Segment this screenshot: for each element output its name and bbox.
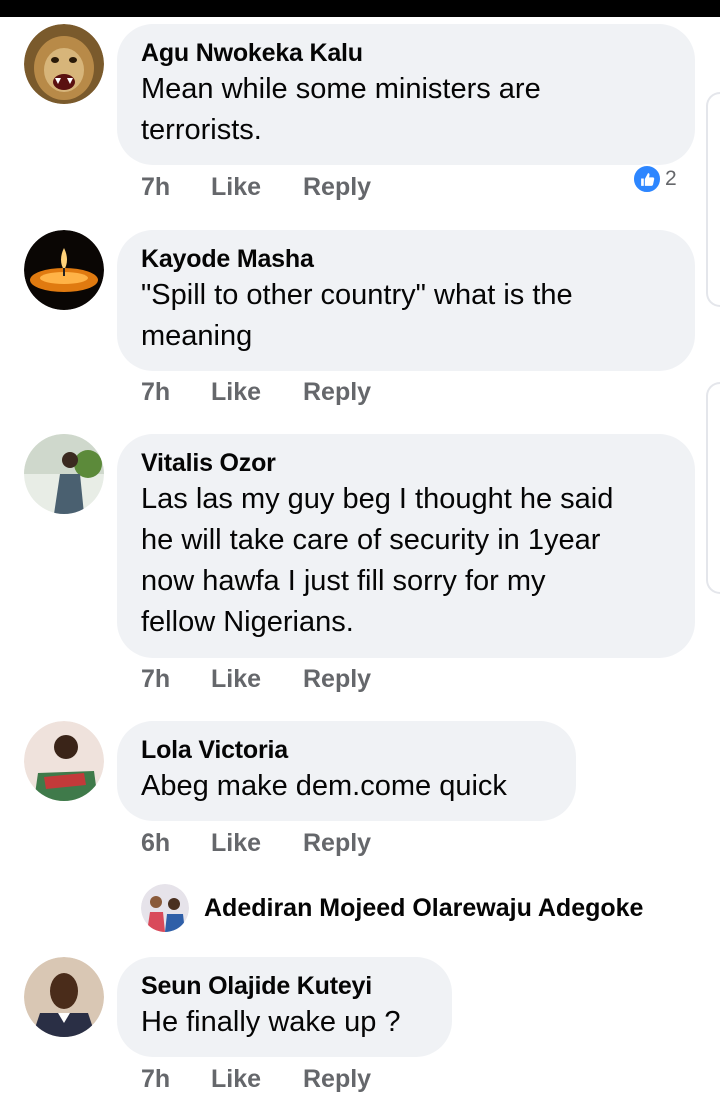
comment-actions: 7h Like Reply	[141, 172, 371, 202]
reply-author-name[interactable]: Adediran Mojeed Olarewaju Adegoke	[204, 894, 643, 923]
timestamp[interactable]: 7h	[141, 664, 211, 694]
comment-bubble: Agu Nwokeka Kalu Mean while some ministe…	[117, 24, 695, 165]
timestamp[interactable]: 7h	[141, 377, 211, 407]
status-bar	[0, 0, 720, 17]
timestamp[interactable]: 6h	[141, 828, 211, 858]
avatar-lion[interactable]	[24, 24, 104, 104]
avatar-vitalis[interactable]	[24, 434, 104, 514]
like-button[interactable]: Like	[211, 1064, 303, 1094]
comment-text: Mean while some ministers are terrorists…	[141, 73, 541, 146]
reaction-count: 2	[665, 167, 677, 190]
like-button[interactable]: Like	[211, 828, 303, 858]
scroll-edge-panel	[706, 382, 720, 594]
reply-preview[interactable]: Adediran Mojeed Olarewaju Adegoke	[141, 884, 643, 932]
comment-actions: 7h Like Reply	[141, 377, 371, 407]
like-button[interactable]: Like	[211, 172, 303, 202]
avatar-lola[interactable]	[24, 721, 104, 801]
commenter-name[interactable]: Kayode Masha	[141, 244, 671, 274]
comment-actions: 7h Like Reply	[141, 664, 371, 694]
avatar-adediran[interactable]	[141, 884, 189, 932]
reaction-summary[interactable]: 2	[632, 164, 677, 194]
comment-text: Las las my guy beg I thought he said he …	[141, 483, 614, 638]
avatar-seun[interactable]	[24, 957, 104, 1037]
commenter-name[interactable]: Vitalis Ozor	[141, 448, 671, 478]
commenter-name[interactable]: Lola Victoria	[141, 735, 552, 765]
timestamp[interactable]: 7h	[141, 172, 211, 202]
scroll-edge-panel	[706, 92, 720, 307]
comment-text: Abeg make dem.come quick	[141, 770, 507, 802]
comment-bubble: Kayode Masha "Spill to other country" wh…	[117, 230, 695, 371]
comment-text: "Spill to other country" what is the mea…	[141, 279, 573, 352]
timestamp[interactable]: 7h	[141, 1064, 211, 1094]
comment-bubble: Lola Victoria Abeg make dem.come quick	[117, 721, 576, 821]
thumbs-up-icon	[632, 164, 662, 194]
reply-button[interactable]: Reply	[303, 664, 371, 694]
comment-text: He finally wake up ?	[141, 1006, 401, 1038]
like-button[interactable]: Like	[211, 377, 303, 407]
reply-button[interactable]: Reply	[303, 377, 371, 407]
comment-actions: 7h Like Reply	[141, 1064, 371, 1094]
commenter-name[interactable]: Agu Nwokeka Kalu	[141, 38, 671, 68]
avatar-candle[interactable]	[24, 230, 104, 310]
reply-button[interactable]: Reply	[303, 828, 371, 858]
commenter-name[interactable]: Seun Olajide Kuteyi	[141, 971, 428, 1001]
comment-bubble: Vitalis Ozor Las las my guy beg I though…	[117, 434, 695, 658]
comment-bubble: Seun Olajide Kuteyi He finally wake up ?	[117, 957, 452, 1057]
reply-button[interactable]: Reply	[303, 172, 371, 202]
like-button[interactable]: Like	[211, 664, 303, 694]
comment-actions: 6h Like Reply	[141, 828, 371, 858]
reply-button[interactable]: Reply	[303, 1064, 371, 1094]
